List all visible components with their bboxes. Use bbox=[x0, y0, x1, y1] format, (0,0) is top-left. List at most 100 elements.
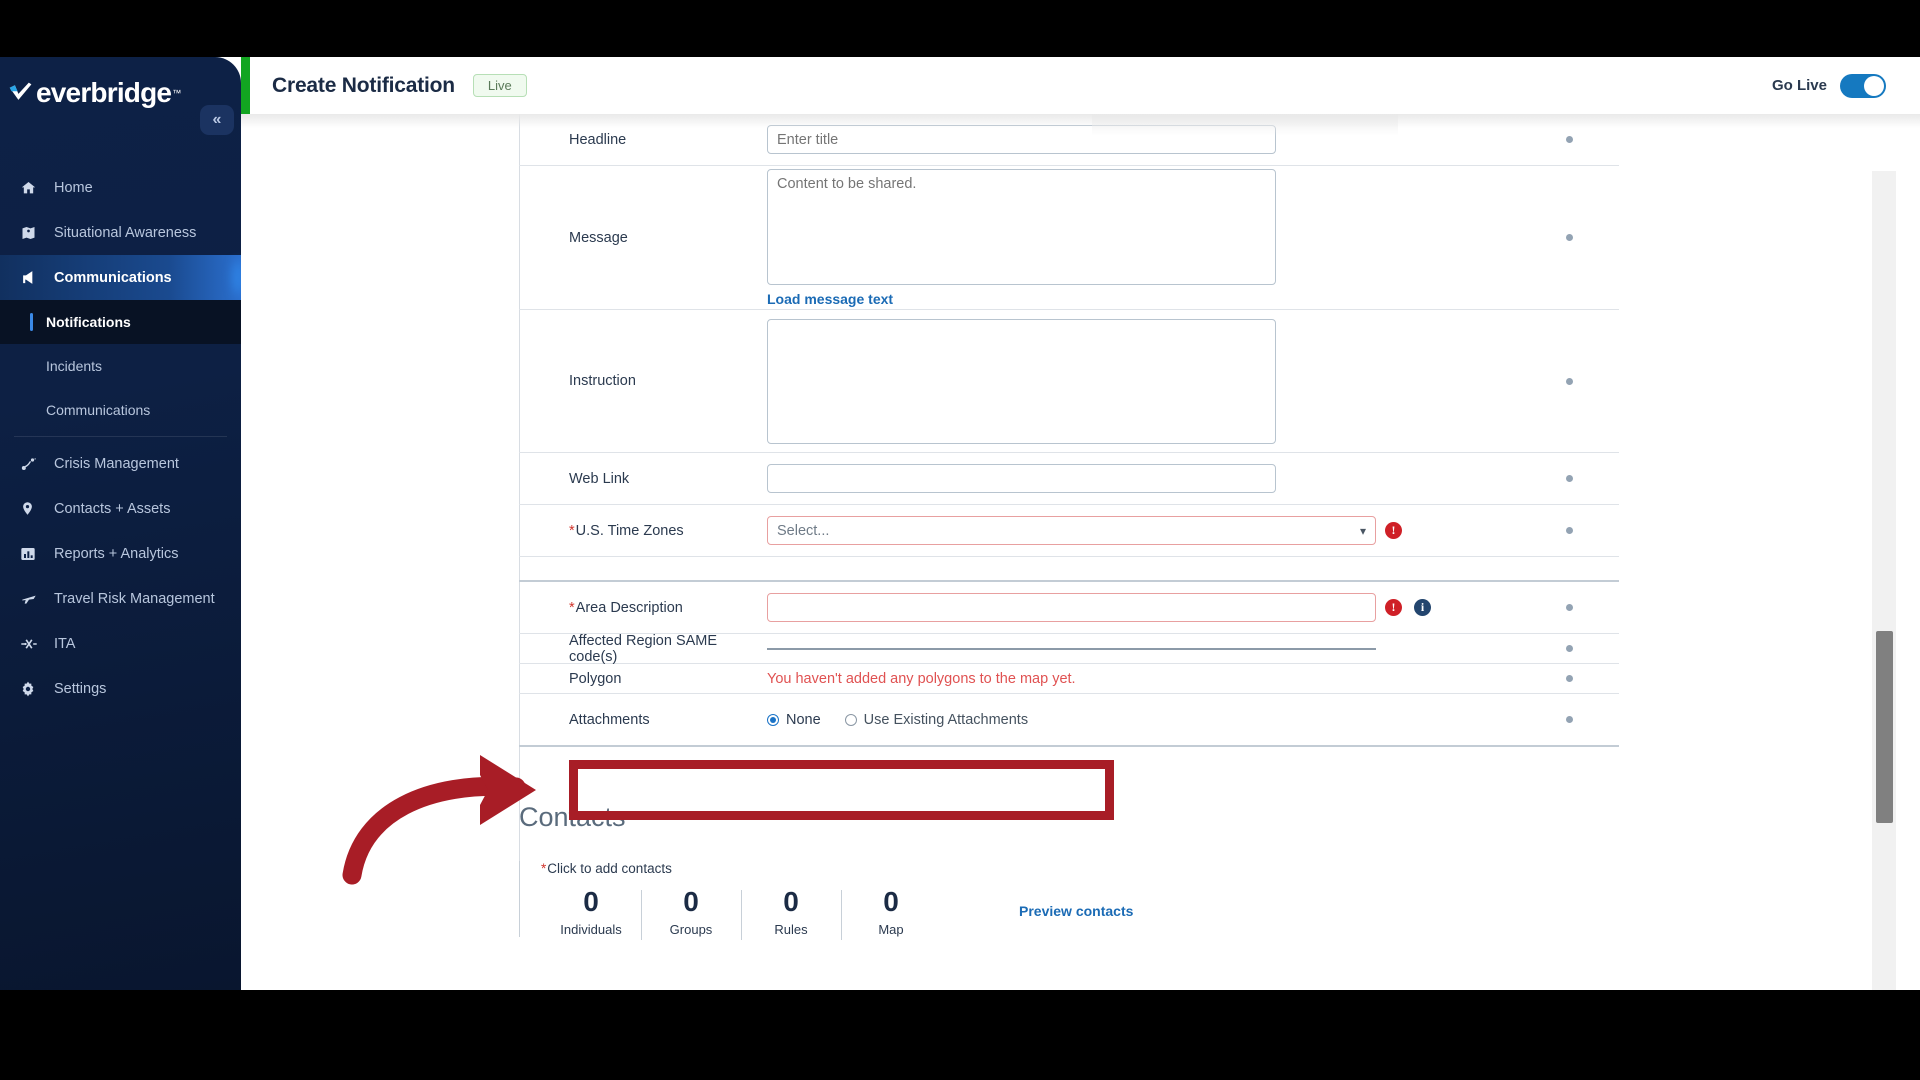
sidebar-item-label: Situational Awareness bbox=[54, 224, 197, 241]
attachments-option-none[interactable]: None bbox=[767, 712, 821, 728]
sidebar-item-communications-sub[interactable]: Communications bbox=[0, 388, 241, 432]
area-description-error-icon: ! bbox=[1385, 599, 1402, 616]
sidebar-item-incidents[interactable]: Incidents bbox=[0, 344, 241, 388]
web-link-label: Web Link bbox=[569, 470, 630, 487]
same-codes-placeholder-bar bbox=[767, 647, 1376, 650]
time-zones-error-icon: ! bbox=[1385, 522, 1402, 539]
headline-label: Headline bbox=[569, 131, 627, 148]
sidebar-item-situational-awareness[interactable]: Situational Awareness bbox=[0, 210, 241, 255]
go-live-label: Go Live bbox=[1771, 77, 1827, 94]
sidebar-item-home[interactable]: Home bbox=[0, 165, 241, 210]
megaphone-icon bbox=[20, 269, 42, 287]
web-link-input[interactable] bbox=[767, 464, 1276, 493]
form-row-message: Message Load message text bbox=[519, 166, 1619, 310]
click-to-add-contacts-hint[interactable]: *Click to add contacts bbox=[541, 861, 1619, 876]
row-status-dot bbox=[1566, 234, 1573, 241]
area-description-input[interactable] bbox=[767, 593, 1376, 622]
load-message-text-link[interactable]: Load message text bbox=[767, 291, 893, 307]
sidebar-item-communications[interactable]: Communications bbox=[0, 255, 241, 300]
vertical-scrollbar-thumb[interactable] bbox=[1876, 631, 1893, 823]
headline-input[interactable] bbox=[767, 125, 1276, 154]
message-textarea[interactable] bbox=[767, 168, 1276, 285]
location-pin-icon bbox=[20, 500, 42, 518]
sidebar-item-label: Reports + Analytics bbox=[54, 545, 179, 562]
gear-icon bbox=[20, 680, 42, 698]
preview-contacts-link[interactable]: Preview contacts bbox=[1019, 903, 1133, 919]
counter-label: Map bbox=[878, 922, 904, 938]
row-status-dot bbox=[1566, 475, 1573, 482]
sidebar-item-label: Contacts + Assets bbox=[54, 500, 171, 517]
logo-text: everbridge bbox=[36, 77, 172, 108]
status-accent-bar bbox=[241, 57, 250, 114]
row-status-dot bbox=[1566, 675, 1573, 682]
sidebar: everbridge ™ « Home Situational Awarenes… bbox=[0, 57, 241, 990]
sidebar-item-label: Crisis Management bbox=[54, 455, 179, 472]
counter-value: 0 bbox=[583, 886, 599, 917]
main-content: Headline Message Load message text Instr… bbox=[241, 114, 1896, 990]
sidebar-item-crisis-management[interactable]: Crisis Management bbox=[0, 441, 241, 486]
sidebar-item-label: ITA bbox=[54, 635, 76, 652]
instruction-textarea[interactable] bbox=[767, 318, 1276, 444]
sidebar-item-settings[interactable]: Settings bbox=[0, 666, 241, 711]
message-label: Message bbox=[569, 229, 628, 246]
sidebar-subitem-label: Incidents bbox=[46, 358, 103, 374]
ita-icon bbox=[20, 635, 42, 653]
time-zones-select-wrap: Select... ▾ bbox=[767, 516, 1376, 545]
contacts-body: *Click to add contacts 0 Individuals 0 G… bbox=[519, 861, 1619, 941]
contacts-heading: Contacts bbox=[519, 802, 626, 832]
time-zones-label: *U.S. Time Zones bbox=[569, 522, 684, 539]
attachments-option-use-existing[interactable]: Use Existing Attachments bbox=[844, 712, 1028, 728]
attachments-label: Attachments bbox=[569, 711, 650, 728]
row-status-dot bbox=[1566, 136, 1573, 143]
contacts-section: Contacts *Click to add contacts 0 Indivi… bbox=[519, 802, 1619, 941]
sidebar-item-label: Communications bbox=[54, 269, 172, 286]
toggle-knob bbox=[1864, 75, 1884, 96]
counter-groups[interactable]: 0 Groups bbox=[641, 886, 741, 941]
row-status-dot bbox=[1566, 527, 1573, 534]
everbridge-checkmark-icon bbox=[9, 82, 32, 100]
counter-label: Rules bbox=[774, 922, 808, 938]
form-row-polygon: Polygon You haven't added any polygons t… bbox=[519, 664, 1619, 694]
polygon-empty-message: You haven't added any polygons to the ma… bbox=[767, 670, 1076, 687]
sidebar-collapse-button[interactable]: « bbox=[200, 105, 234, 135]
sidebar-item-ita[interactable]: ITA bbox=[0, 621, 241, 666]
crisis-management-icon bbox=[20, 455, 42, 473]
counter-map[interactable]: 0 Map bbox=[841, 886, 941, 941]
situational-awareness-icon bbox=[20, 224, 42, 242]
form-row-same-codes: Affected Region SAME code(s) bbox=[519, 633, 1619, 665]
form-row-headline: Headline bbox=[519, 114, 1619, 166]
form-row-web-link: Web Link bbox=[519, 453, 1619, 505]
go-live-control: Go Live bbox=[1771, 73, 1886, 98]
go-live-toggle[interactable] bbox=[1840, 73, 1886, 98]
sidebar-item-reports-analytics[interactable]: Reports + Analytics bbox=[0, 531, 241, 576]
sidebar-item-label: Travel Risk Management bbox=[54, 590, 215, 607]
form-row-instruction: Instruction bbox=[519, 310, 1619, 453]
radio-unselected-icon bbox=[844, 713, 857, 726]
form-row-spacer bbox=[519, 557, 1619, 582]
polygon-label: Polygon bbox=[569, 670, 622, 687]
row-status-dot bbox=[1566, 716, 1573, 723]
info-icon[interactable]: i bbox=[1414, 599, 1431, 616]
topbar: Create Notification Live Go Live bbox=[241, 57, 1920, 114]
everbridge-logo: everbridge ™ bbox=[8, 79, 181, 107]
counter-individuals[interactable]: 0 Individuals bbox=[541, 886, 641, 937]
area-description-label: *Area Description bbox=[569, 599, 683, 616]
sidebar-item-travel-risk-management[interactable]: Travel Risk Management bbox=[0, 576, 241, 621]
page-title: Create Notification bbox=[272, 73, 455, 97]
counter-value: 0 bbox=[783, 886, 799, 917]
sidebar-item-contacts-assets[interactable]: Contacts + Assets bbox=[0, 486, 241, 531]
notification-form: Headline Message Load message text Instr… bbox=[519, 114, 1619, 941]
form-row-time-zones: *U.S. Time Zones Select... ▾ ! bbox=[519, 505, 1619, 557]
sidebar-subitem-label: Notifications bbox=[46, 314, 131, 330]
contacts-counters: 0 Individuals 0 Groups 0 Rules 0 Map Pre… bbox=[541, 886, 1619, 941]
attachments-radio-group: None Use Existing Attachments bbox=[767, 712, 1028, 728]
counter-value: 0 bbox=[683, 886, 699, 917]
time-zones-select[interactable]: Select... bbox=[767, 516, 1376, 545]
counter-rules[interactable]: 0 Rules bbox=[741, 886, 841, 941]
required-asterisk: * bbox=[569, 599, 575, 616]
vertical-scrollbar-track[interactable] bbox=[1872, 171, 1896, 990]
required-asterisk: * bbox=[541, 861, 547, 876]
sidebar-divider bbox=[14, 436, 227, 437]
sidebar-item-notifications[interactable]: Notifications bbox=[0, 300, 241, 344]
status-badge: Live bbox=[472, 74, 527, 97]
